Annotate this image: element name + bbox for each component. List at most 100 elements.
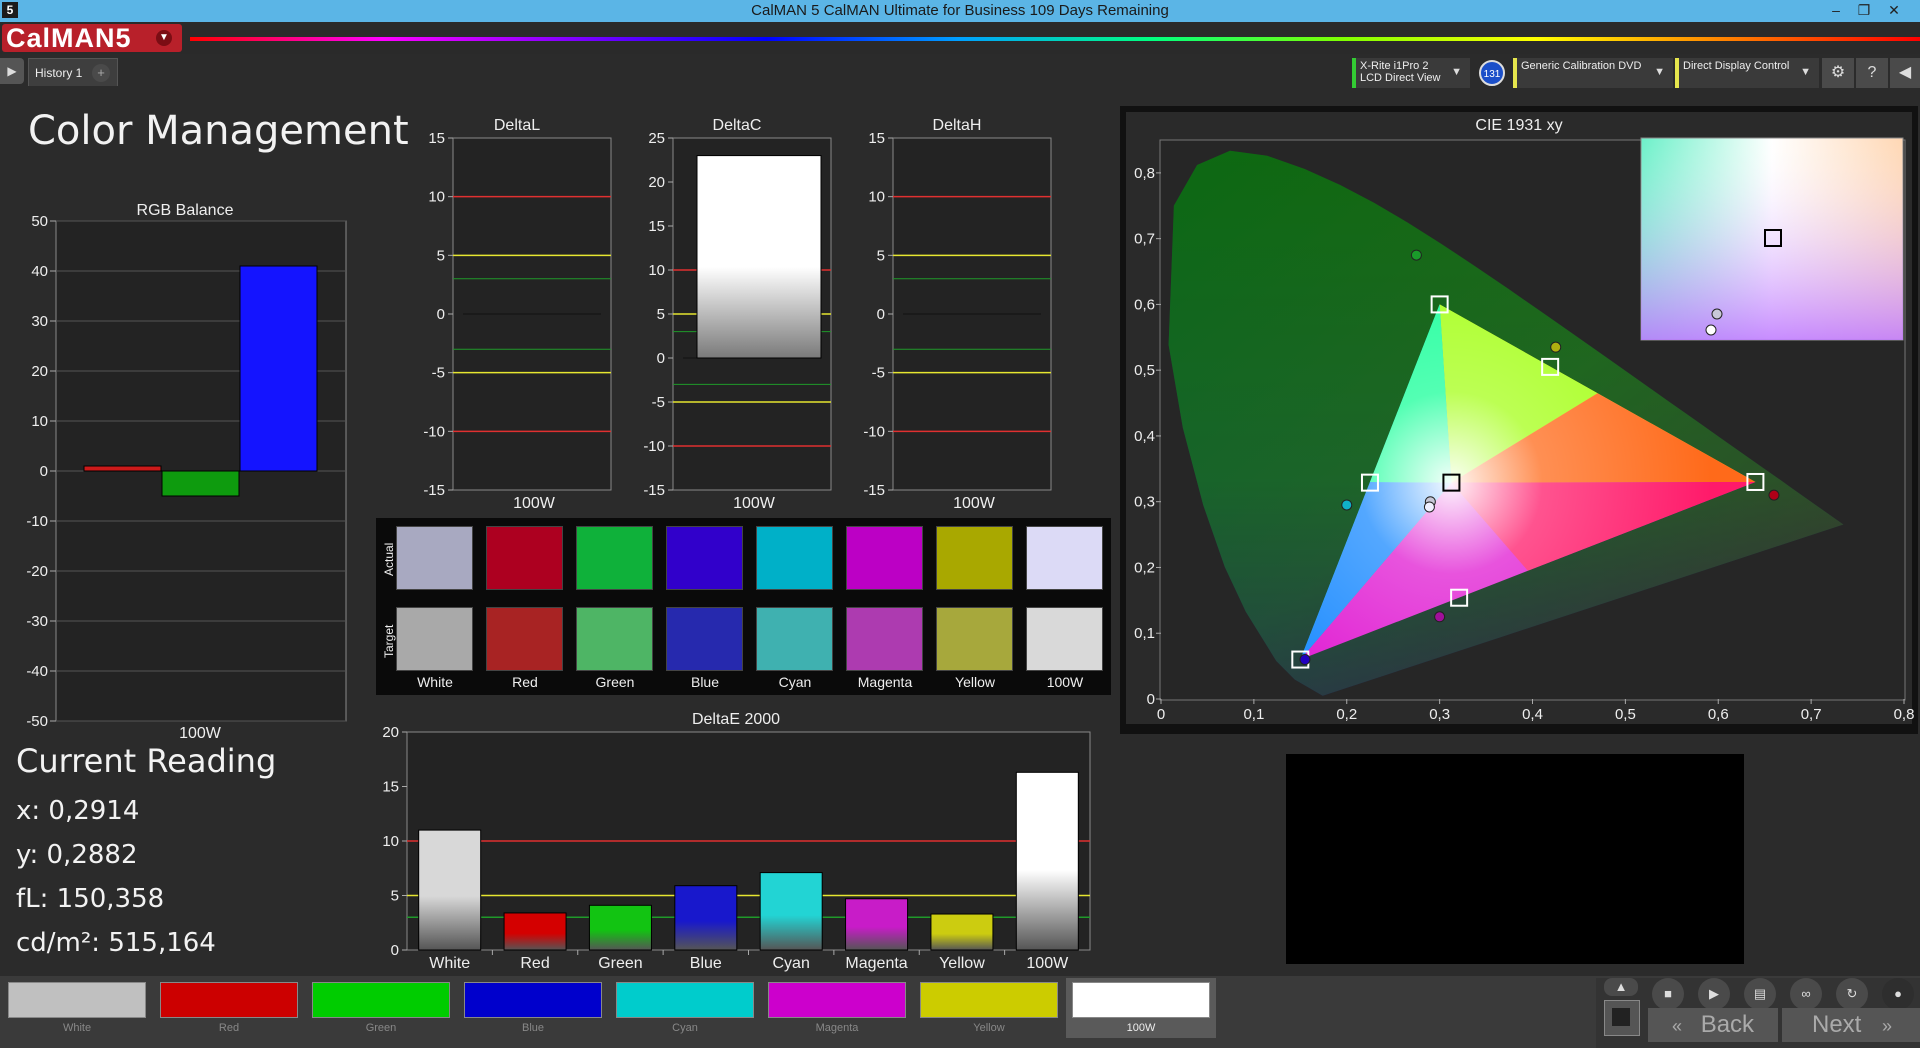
settings-gear-icon[interactable]: ⚙ xyxy=(1822,58,1854,88)
source-selector[interactable]: Generic Calibration DVD ▼ xyxy=(1513,58,1673,88)
calman-logo[interactable]: CalMAN5 xyxy=(2,24,182,52)
meter-status-bar xyxy=(1352,58,1356,88)
save-icon[interactable]: ▤ xyxy=(1744,978,1776,1010)
bottom-swatch-color[interactable] xyxy=(464,982,602,1018)
cie-ytick-label: 0,5 xyxy=(1134,362,1155,379)
delta-ytick-label: 15 xyxy=(868,130,885,147)
swatch-target-yellow xyxy=(936,607,1013,671)
swatch-label: Yellow xyxy=(955,674,995,690)
cie-point-magenta xyxy=(1434,611,1446,623)
stop-icon[interactable]: ■ xyxy=(1652,978,1684,1010)
bottom-swatch-label: Yellow xyxy=(973,1022,1005,1034)
restore-button[interactable]: ❐ xyxy=(1850,0,1878,22)
meter-count-badge[interactable]: 131 xyxy=(1479,60,1505,86)
bottom-swatch-magenta[interactable]: Magenta xyxy=(762,978,912,1038)
stop-square-icon xyxy=(1612,1008,1630,1026)
delta-ytick-label: 10 xyxy=(868,189,885,206)
chevron-down-icon: ▼ xyxy=(1654,66,1665,78)
rgb-ytick-label: 40 xyxy=(31,263,48,280)
minimize-button[interactable]: – xyxy=(1822,0,1850,22)
rgb-ytick-label: -20 xyxy=(26,563,48,580)
rgb-bar-r xyxy=(83,465,162,472)
add-tab-icon[interactable]: + xyxy=(92,64,110,82)
delta-c-bars xyxy=(696,155,822,359)
bottom-swatch-green[interactable]: Green xyxy=(306,978,456,1038)
rgb-ytick-label: 10 xyxy=(31,413,48,430)
deltae-bar-white xyxy=(418,829,482,951)
cie-diagram: CIE 1931 xy 0 0,1 0,2 0,3 0,4 0,5 0,6 0,7 0,8 0 0,… xyxy=(1120,106,1918,734)
cie-ytick-label: 0,3 xyxy=(1134,494,1155,511)
display-status-bar xyxy=(1675,58,1679,88)
bottom-swatch-color[interactable] xyxy=(312,982,450,1018)
delta-ytick-label: 10 xyxy=(428,189,445,206)
row-label-target: Target xyxy=(382,624,396,658)
bottom-swatch-100w[interactable]: 100W xyxy=(1066,978,1216,1038)
deltae-category-label: Yellow xyxy=(939,955,985,972)
bottom-swatch-label: Red xyxy=(218,1022,240,1034)
eject-icon[interactable]: ▲ xyxy=(1604,978,1638,996)
display-selector[interactable]: Direct Display Control ▼ xyxy=(1675,58,1819,88)
bottom-swatch-color[interactable] xyxy=(160,982,298,1018)
loop-icon[interactable]: ∞ xyxy=(1790,978,1822,1010)
cie-point-green xyxy=(1410,249,1422,261)
logo-dropdown-icon[interactable]: ▼ xyxy=(156,30,172,46)
bottom-swatch-cyan[interactable]: Cyan xyxy=(610,978,760,1038)
cie-point-blue xyxy=(1299,654,1311,666)
swatch-actual-cyan xyxy=(756,526,833,590)
bottom-swatch-yellow[interactable]: Yellow xyxy=(914,978,1064,1038)
delta-bar xyxy=(696,155,822,359)
cie-xtick-label: 0,7 xyxy=(1801,706,1822,723)
delta-ytick-label: 5 xyxy=(877,247,885,264)
bottom-swatch-color[interactable] xyxy=(1072,982,1210,1018)
collapse-arrow-icon[interactable]: ◀ xyxy=(1890,58,1920,88)
swatch-actual-magenta xyxy=(846,526,923,590)
page-title: Color Management xyxy=(28,108,409,154)
cie-xtick-label: 0,5 xyxy=(1615,706,1636,723)
bottom-swatch-color[interactable] xyxy=(920,982,1058,1018)
rgb-ytick-label: -50 xyxy=(26,713,48,730)
refresh-icon[interactable]: ↻ xyxy=(1836,978,1868,1010)
close-button[interactable]: ✕ xyxy=(1880,0,1908,22)
bottom-swatch-color[interactable] xyxy=(8,982,146,1018)
record-icon[interactable]: ● xyxy=(1882,978,1914,1010)
cie-xtick-label: 0,8 xyxy=(1894,706,1915,723)
swatch-target-100w xyxy=(1026,607,1103,671)
delta-l-category: 100W xyxy=(513,495,556,512)
bottom-swatch-blue[interactable]: Blue xyxy=(458,978,608,1038)
swatch-target-magenta xyxy=(846,607,923,671)
delta-c-title: DeltaC xyxy=(713,117,762,134)
double-chevron-right-icon: » xyxy=(1882,1016,1893,1036)
app-icon: 5 xyxy=(2,2,18,18)
deltae-ytick-label: 20 xyxy=(382,724,399,741)
back-button[interactable]: « Back xyxy=(1648,1008,1778,1042)
cie-title: CIE 1931 xy xyxy=(1475,117,1562,134)
delta-h-category: 100W xyxy=(953,495,996,512)
play-icon[interactable]: ▶ xyxy=(1698,978,1730,1010)
delta-ytick-label: -15 xyxy=(863,482,885,499)
rgb-ytick-label: -30 xyxy=(26,613,48,630)
bottom-swatch-red[interactable]: Red xyxy=(154,978,304,1038)
cie-xtick-label: 0,4 xyxy=(1522,706,1543,723)
deltae-bar-magenta xyxy=(845,898,909,951)
help-icon[interactable]: ? xyxy=(1856,58,1888,88)
bottom-swatch-color[interactable] xyxy=(616,982,754,1018)
play-icon[interactable]: ▶ xyxy=(0,58,24,84)
bottom-swatch-white[interactable]: White xyxy=(2,978,152,1038)
cie-inset xyxy=(1640,137,1904,341)
next-button[interactable]: Next » xyxy=(1782,1008,1920,1042)
cie-xtick-label: 0,2 xyxy=(1336,706,1357,723)
delta-l-title: DeltaL xyxy=(494,117,540,134)
delta-ytick-label: 25 xyxy=(648,130,665,147)
deltae-bar-green xyxy=(588,904,652,951)
bottom-swatch-color[interactable] xyxy=(768,982,906,1018)
cie-point-red xyxy=(1768,489,1780,501)
swatch-label: 100W xyxy=(1046,674,1084,690)
row-label-actual: Actual xyxy=(382,542,396,576)
rgb-ytick-label: 0 xyxy=(40,463,48,480)
delta-h-title: DeltaH xyxy=(933,117,982,134)
rgb-bar-g xyxy=(161,470,240,497)
meter-selector[interactable]: X-Rite i1Pro 2 LCD Direct View ▼ xyxy=(1352,58,1470,88)
cie-ytick-label: 0,1 xyxy=(1134,625,1155,642)
double-chevron-left-icon: « xyxy=(1672,1016,1683,1036)
bottom-swatch-label: 100W xyxy=(1126,1022,1156,1034)
